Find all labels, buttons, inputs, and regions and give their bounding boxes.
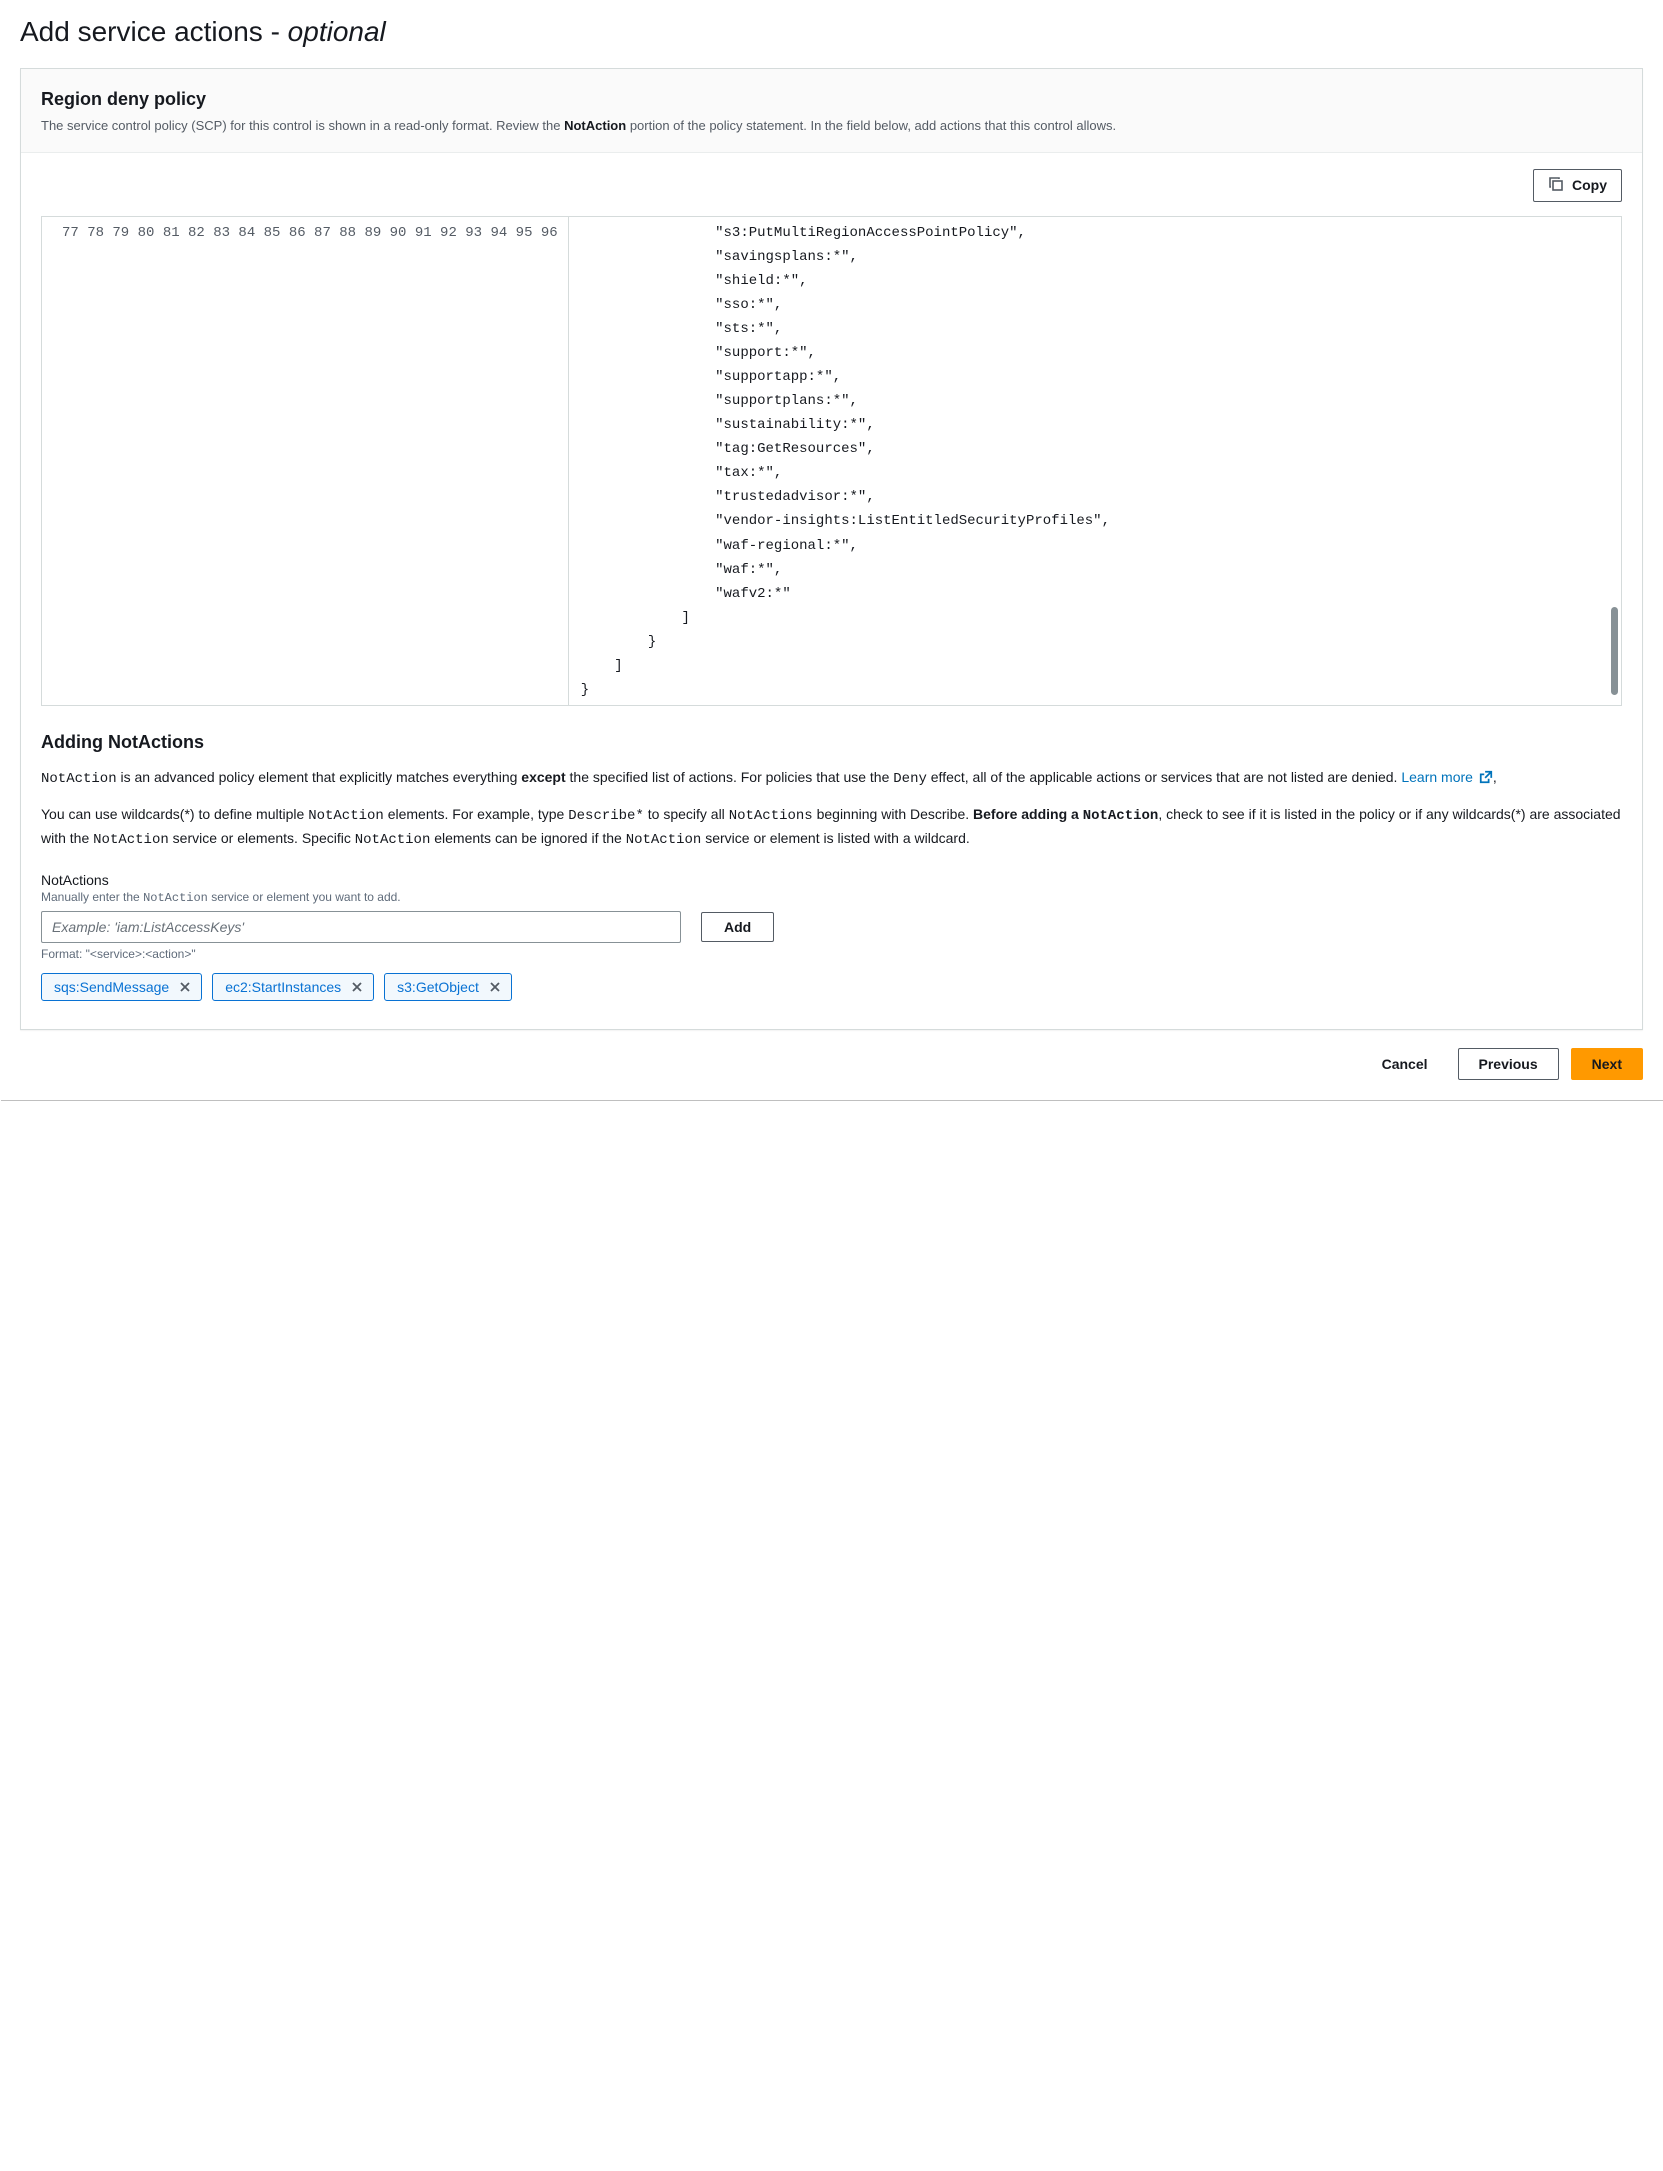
tag-remove-button[interactable]	[179, 981, 191, 993]
page-title-optional: optional	[288, 16, 386, 47]
notaction-tags: sqs:SendMessage ec2:StartInstances s3:GetO…	[41, 973, 1622, 1001]
notaction-tag: s3:GetObject	[384, 973, 512, 1001]
code-viewer: 77 78 79 80 81 82 83 84 85 86 87 88 89 9…	[41, 216, 1622, 706]
page-title: Add service actions - optional	[0, 0, 1663, 68]
panel-title: Region deny policy	[41, 89, 1622, 110]
tag-remove-button[interactable]	[351, 981, 363, 993]
tag-label: ec2:StartInstances	[225, 979, 341, 995]
code-content[interactable]: "s3:PutMultiRegionAccessPointPolicy", "s…	[569, 217, 1621, 705]
copy-icon	[1548, 176, 1564, 195]
add-button[interactable]: Add	[701, 912, 774, 942]
notactions-field-hint: Manually enter the NotAction service or …	[41, 890, 1622, 905]
region-deny-panel: Region deny policy The service control p…	[20, 68, 1643, 1030]
notaction-tag: ec2:StartInstances	[212, 973, 374, 1001]
cancel-button[interactable]: Cancel	[1364, 1048, 1446, 1080]
wizard-footer: Cancel Previous Next	[0, 1030, 1663, 1100]
previous-button[interactable]: Previous	[1458, 1048, 1559, 1080]
scrollbar-thumb[interactable]	[1611, 607, 1618, 695]
panel-body: Copy 77 78 79 80 81 82 83 84 85 86 87 88…	[21, 153, 1642, 1029]
notaction-tag: sqs:SendMessage	[41, 973, 202, 1001]
notactions-para-1: NotAction is an advanced policy element …	[41, 767, 1622, 791]
panel-description: The service control policy (SCP) for thi…	[41, 116, 1622, 136]
external-link-icon	[1479, 769, 1493, 791]
format-hint: Format: "<service>:<action>"	[41, 947, 1622, 961]
tag-label: sqs:SendMessage	[54, 979, 169, 995]
adding-notactions-title: Adding NotActions	[41, 732, 1622, 753]
notaction-input[interactable]	[41, 911, 681, 943]
page-title-prefix: Add service actions -	[20, 16, 288, 47]
copy-label: Copy	[1572, 177, 1607, 193]
line-gutter: 77 78 79 80 81 82 83 84 85 86 87 88 89 9…	[42, 217, 569, 705]
copy-button[interactable]: Copy	[1533, 169, 1622, 202]
next-button[interactable]: Next	[1571, 1048, 1643, 1080]
panel-header: Region deny policy The service control p…	[21, 69, 1642, 153]
tag-remove-button[interactable]	[489, 981, 501, 993]
tag-label: s3:GetObject	[397, 979, 479, 995]
notactions-field-label: NotActions	[41, 872, 1622, 888]
notactions-para-2: You can use wildcards(*) to define multi…	[41, 804, 1622, 851]
learn-more-link[interactable]: Learn more	[1401, 769, 1492, 785]
